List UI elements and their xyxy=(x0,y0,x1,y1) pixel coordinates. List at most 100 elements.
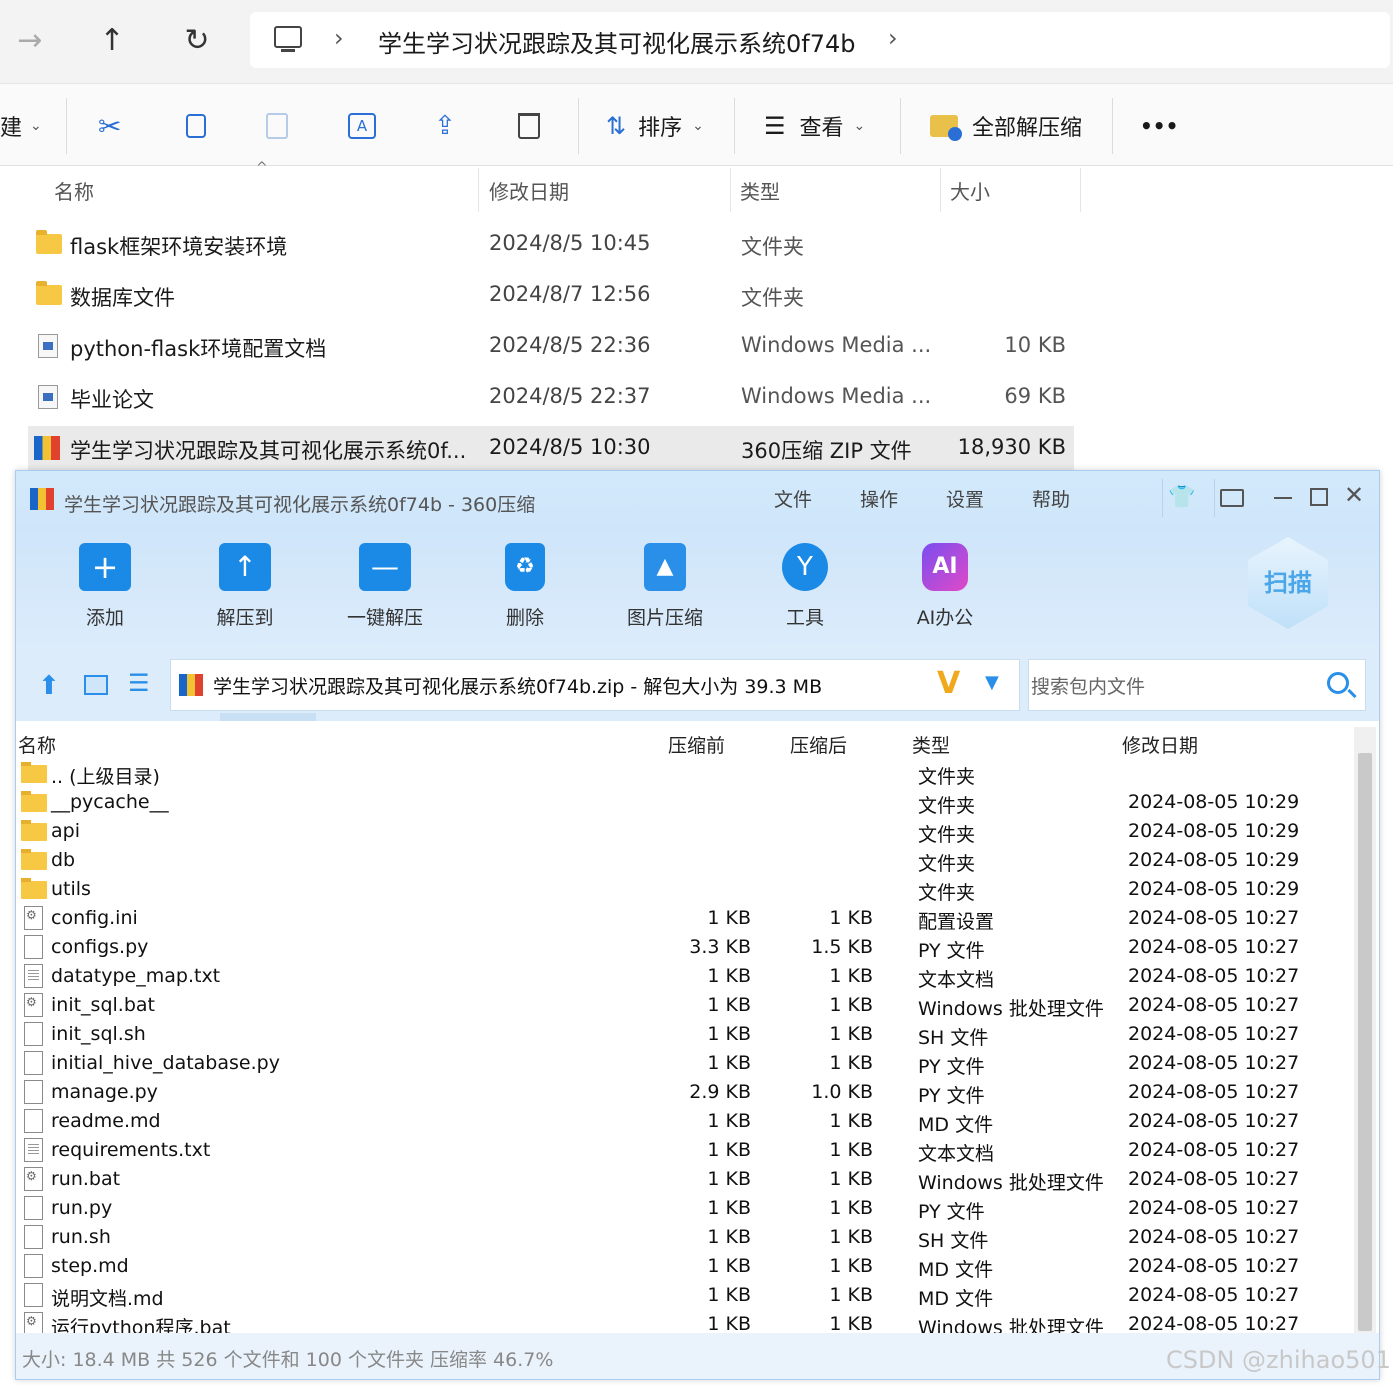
share-icon[interactable]: ⇪ xyxy=(434,106,456,146)
file-name: datatype_map.txt xyxy=(51,965,221,987)
table-row[interactable]: config.ini 1 KB 1 KB 配置设置 2024-08-05 10:27 xyxy=(16,904,1346,933)
table-row[interactable]: 说明文档.md 1 KB 1 KB MD 文件 2024-08-05 10:27 xyxy=(16,1281,1346,1310)
table-row[interactable]: __pycache__ 文件夹 2024-08-05 10:29 xyxy=(16,788,1346,817)
column-header-size[interactable]: 大小 xyxy=(950,176,990,205)
list-item[interactable]: 毕业论文 2024/8/5 22:37 Windows Media ... 69… xyxy=(28,375,1074,421)
table-row[interactable]: db 文件夹 2024-08-05 10:29 xyxy=(16,846,1346,875)
file-name: 数据库文件 xyxy=(70,286,175,310)
menu-operation[interactable]: 操作 xyxy=(860,485,898,512)
column-header-name[interactable]: 名称 xyxy=(18,731,56,758)
file-name: run.py xyxy=(51,1197,113,1219)
table-row[interactable]: run.sh 1 KB 1 KB SH 文件 2024-08-05 10:27 xyxy=(16,1223,1346,1252)
breadcrumb-chevron[interactable]: › xyxy=(888,24,898,52)
table-row[interactable]: utils 文件夹 2024-08-05 10:29 xyxy=(16,875,1346,904)
file-type: PY 文件 xyxy=(918,1085,985,1107)
breadcrumb-current-folder[interactable]: 学生学习状况跟踪及其可视化展示系统0f74b xyxy=(378,24,856,59)
extract-to-button[interactable]: ↑ 解压到 xyxy=(190,543,300,630)
horizontal-scroll-thumb[interactable] xyxy=(220,713,316,721)
scrollbar-thumb[interactable] xyxy=(1358,753,1372,1331)
search-input[interactable]: 搜索包内文件 xyxy=(1028,659,1366,711)
size-after: 1 KB xyxy=(829,1052,873,1074)
tools-button[interactable]: Y 工具 xyxy=(750,543,860,630)
table-row[interactable]: readme.md 1 KB 1 KB MD 文件 2024-08-05 10:27 xyxy=(16,1107,1346,1136)
close-icon[interactable]: ✕ xyxy=(1344,481,1364,509)
file-name: init_sql.sh xyxy=(51,1023,146,1045)
delete-button[interactable]: ♻ 删除 xyxy=(470,543,580,630)
table-row[interactable]: api 文件夹 2024-08-05 10:29 xyxy=(16,817,1346,846)
list-item[interactable]: 数据库文件 2024/8/7 12:56 文件夹 xyxy=(28,273,1074,319)
table-row[interactable]: initial_hive_database.py 1 KB 1 KB PY 文件 202… xyxy=(16,1049,1346,1078)
list-item[interactable]: python-flask环境配置文档 2024/8/5 22:36 Window… xyxy=(28,324,1074,370)
thumbnail-view-icon[interactable] xyxy=(84,675,108,695)
table-row[interactable]: step.md 1 KB 1 KB MD 文件 2024-08-05 10:27 xyxy=(16,1252,1346,1281)
column-header-modified[interactable]: 修改日期 xyxy=(489,176,569,205)
rename-icon[interactable]: A xyxy=(348,106,376,146)
maximize-icon[interactable] xyxy=(1310,488,1328,506)
up-level-arrow-icon[interactable]: ⬆ xyxy=(38,671,60,701)
column-header-type[interactable]: 类型 xyxy=(740,176,780,205)
column-divider[interactable] xyxy=(1080,168,1081,212)
up-arrow-icon[interactable]: ↑ xyxy=(90,18,134,62)
one-click-extract-button[interactable]: — 一键解压 xyxy=(330,543,440,630)
refresh-icon[interactable]: ↻ xyxy=(175,18,219,62)
menu-file[interactable]: 文件 xyxy=(774,485,812,512)
scan-button[interactable]: 扫描 xyxy=(1248,537,1328,629)
table-row[interactable]: init_sql.bat 1 KB 1 KB Windows 批处理文件 2024-08… xyxy=(16,991,1346,1020)
vip-v-icon[interactable]: V xyxy=(937,666,960,701)
menu-help[interactable]: 帮助 xyxy=(1032,485,1070,512)
sort-button[interactable]: ⇅ 排序 ⌄ xyxy=(606,106,704,146)
list-view-icon[interactable]: ☰ xyxy=(128,669,150,697)
feedback-icon[interactable] xyxy=(1220,489,1244,507)
column-header-type[interactable]: 类型 xyxy=(912,731,950,758)
table-row[interactable]: run.bat 1 KB 1 KB Windows 批处理文件 2024-08-05 1… xyxy=(16,1165,1346,1194)
delete-icon[interactable] xyxy=(518,106,540,146)
archive-file-list: 名称 压缩前 压缩后 类型 修改日期 .. (上级目录) 文件夹 __pycache… xyxy=(16,721,1379,1333)
archive-path-field[interactable]: 学生学习状况跟踪及其可视化展示系统0f74b.zip - 解包大小为 39.3 … xyxy=(170,659,1020,711)
size-before: 1 KB xyxy=(707,1197,751,1219)
column-header-before[interactable]: 压缩前 xyxy=(668,731,725,758)
column-divider[interactable] xyxy=(730,168,731,212)
view-button[interactable]: ☰ 查看 ⌄ xyxy=(764,106,865,146)
vertical-scrollbar[interactable] xyxy=(1354,727,1376,1333)
table-row[interactable]: datatype_map.txt 1 KB 1 KB 文本文档 2024-08-05 1… xyxy=(16,962,1346,991)
table-row[interactable]: .. (上级目录) 文件夹 xyxy=(16,759,1346,788)
copy-icon[interactable] xyxy=(182,106,206,146)
cut-icon[interactable]: ✂ xyxy=(98,106,121,146)
settings-file-icon xyxy=(24,1312,43,1333)
list-item[interactable]: flask框架环境安装环境 2024/8/5 10:45 文件夹 xyxy=(28,222,1074,268)
table-row[interactable]: requirements.txt 1 KB 1 KB 文本文档 2024-08-05 1… xyxy=(16,1136,1346,1165)
paste-icon[interactable] xyxy=(266,106,288,146)
settings-file-icon xyxy=(24,993,43,1017)
table-row[interactable]: run.py 1 KB 1 KB PY 文件 2024-08-05 10:27 xyxy=(16,1194,1346,1223)
forward-arrow-icon[interactable]: → xyxy=(8,18,52,62)
dropdown-arrow-icon[interactable]: ▼ xyxy=(985,672,999,693)
column-divider[interactable] xyxy=(478,168,479,212)
skin-shirt-icon[interactable]: 👕 xyxy=(1168,485,1195,510)
more-options-icon[interactable]: ••• xyxy=(1140,106,1178,146)
image-compress-button[interactable]: ▲ 图片压缩 xyxy=(610,543,720,630)
list-item-selected[interactable]: 学生学习状况跟踪及其可视化展示系统0f... 2024/8/5 10:30 36… xyxy=(28,426,1074,472)
text-file-icon xyxy=(24,1138,43,1162)
breadcrumb-separator[interactable]: › xyxy=(334,24,344,52)
menu-settings[interactable]: 设置 xyxy=(946,485,984,512)
add-button[interactable]: + 添加 xyxy=(50,543,160,630)
file-type: Windows 批处理文件 xyxy=(918,1317,1104,1333)
ai-office-button[interactable]: AI AI办公 xyxy=(890,543,1000,630)
file-type: 文件夹 xyxy=(741,286,804,310)
column-header-date[interactable]: 修改日期 xyxy=(1122,731,1198,758)
new-button-label: 建 xyxy=(0,116,23,141)
file-name: initial_hive_database.py xyxy=(51,1052,280,1074)
minimize-icon[interactable] xyxy=(1274,497,1292,499)
address-bar[interactable]: › 学生学习状况跟踪及其可视化展示系统0f74b › xyxy=(250,12,1390,68)
table-row[interactable]: manage.py 2.9 KB 1.0 KB PY 文件 2024-08-05 10:… xyxy=(16,1078,1346,1107)
column-divider[interactable] xyxy=(940,168,941,212)
column-header-after[interactable]: 压缩后 xyxy=(790,731,847,758)
table-row[interactable]: init_sql.sh 1 KB 1 KB SH 文件 2024-08-05 10:27 xyxy=(16,1020,1346,1049)
search-icon[interactable] xyxy=(1327,672,1349,694)
file-date: 2024-08-05 10:29 xyxy=(1128,849,1300,871)
extract-all-button[interactable]: 全部解压缩 xyxy=(930,106,1082,146)
table-row[interactable]: configs.py 3.3 KB 1.5 KB PY 文件 2024-08-05 10… xyxy=(16,933,1346,962)
table-row[interactable]: 运行python程序.bat 1 KB 1 KB Windows 批处理文件 2024-… xyxy=(16,1310,1346,1333)
new-button[interactable]: 建 ⌄ xyxy=(0,106,42,146)
column-header-name[interactable]: 名称 xyxy=(54,176,94,205)
